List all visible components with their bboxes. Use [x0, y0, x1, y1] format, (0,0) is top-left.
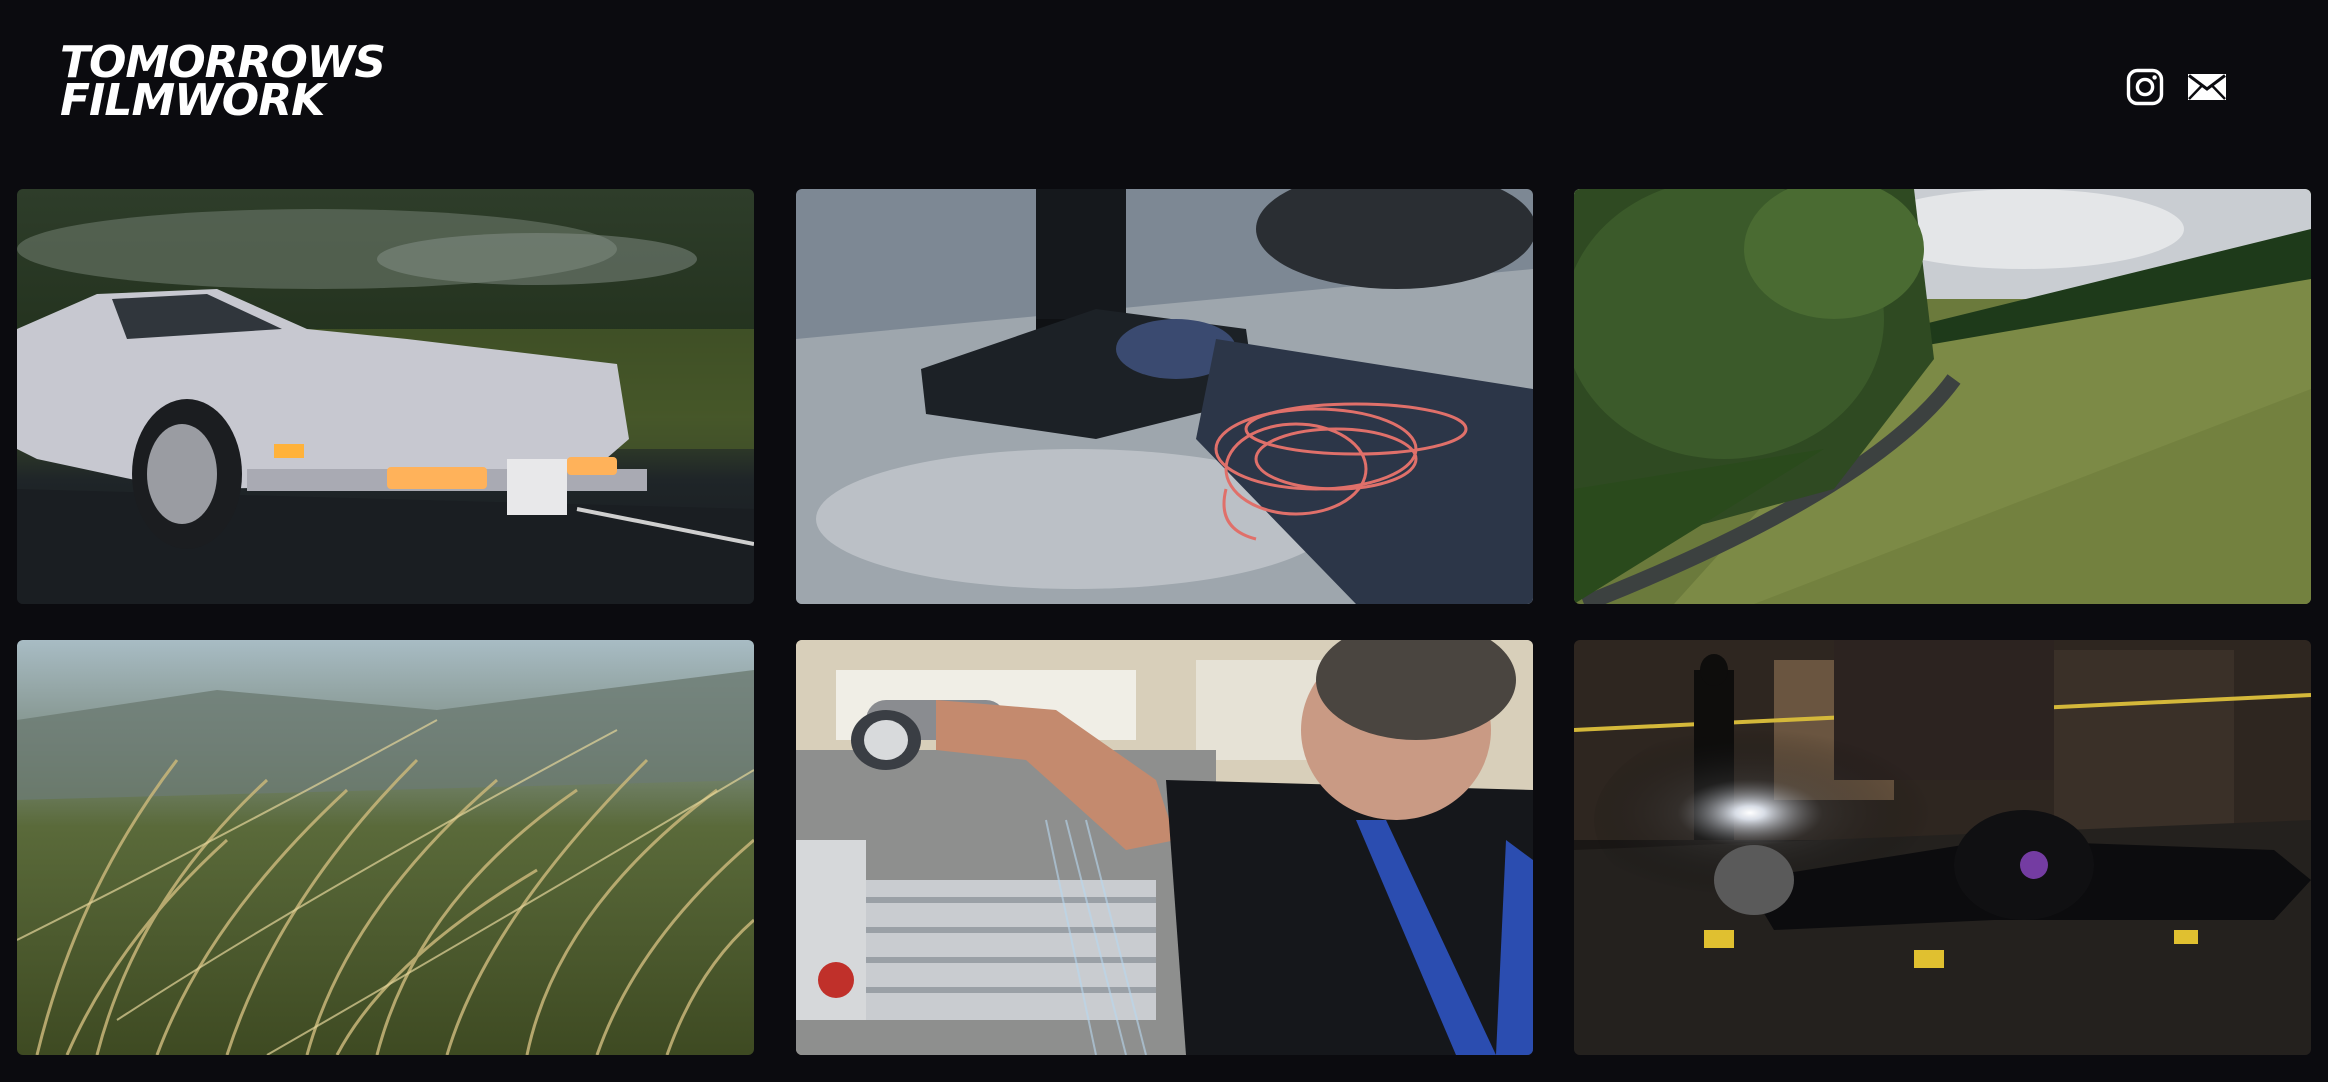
- site-header: TOMORROWS FILMWORK: [0, 0, 2328, 170]
- grass-thumbnail: [17, 640, 754, 1055]
- project-tile-grass[interactable]: [17, 640, 754, 1055]
- project-tile-climbing[interactable]: [796, 189, 1533, 604]
- project-tile-crime-scene[interactable]: [1574, 640, 2311, 1055]
- instagram-button[interactable]: [2124, 66, 2166, 108]
- car-thumbnail: [17, 189, 754, 604]
- mail-icon: [2188, 74, 2226, 100]
- mail-button[interactable]: [2186, 66, 2228, 108]
- project-tile-car[interactable]: [17, 189, 754, 604]
- project-tile-factory[interactable]: [796, 640, 1533, 1055]
- climbing-thumbnail: [796, 189, 1533, 604]
- project-tile-aerial[interactable]: [1574, 189, 2311, 604]
- aerial-thumbnail: [1574, 189, 2311, 604]
- instagram-icon: [2126, 68, 2164, 106]
- crime-scene-thumbnail: [1574, 640, 2311, 1055]
- factory-thumbnail: [796, 640, 1533, 1055]
- brand-logo[interactable]: TOMORROWS FILMWORK: [60, 41, 386, 123]
- social-links: [2124, 66, 2228, 108]
